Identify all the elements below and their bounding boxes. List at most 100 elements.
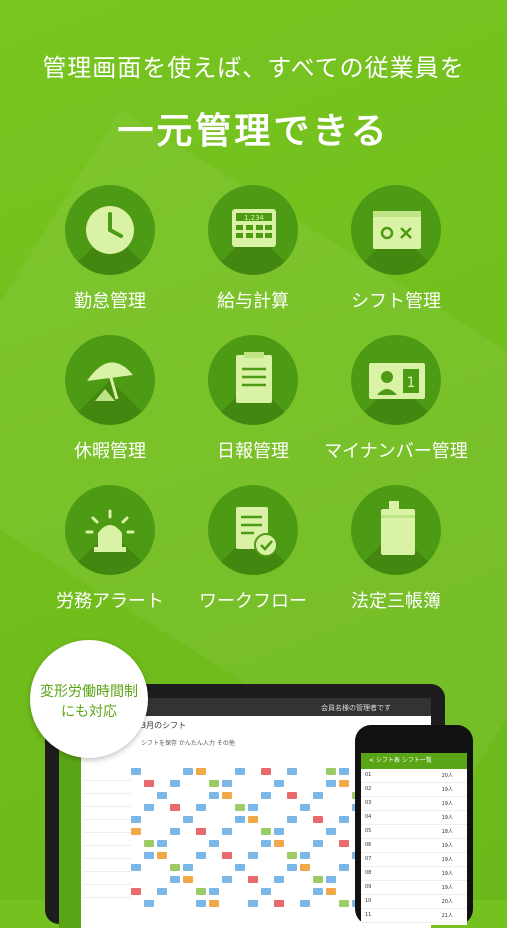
shift-cell[interactable] bbox=[313, 876, 323, 883]
shift-cell[interactable] bbox=[274, 840, 284, 847]
shift-cell[interactable] bbox=[157, 888, 167, 895]
shift-cell[interactable] bbox=[170, 876, 180, 883]
shift-cell[interactable] bbox=[287, 792, 297, 799]
shift-cell[interactable] bbox=[183, 816, 193, 823]
shift-row[interactable]: 11 21人 bbox=[361, 909, 467, 923]
shift-cell[interactable] bbox=[287, 816, 297, 823]
shift-cell[interactable] bbox=[131, 816, 141, 823]
shift-cell[interactable] bbox=[339, 768, 349, 775]
shift-cell[interactable] bbox=[313, 888, 323, 895]
shift-cell[interactable] bbox=[300, 804, 310, 811]
shift-cell[interactable] bbox=[196, 900, 206, 907]
shift-row[interactable]: 04 19人 bbox=[361, 811, 467, 825]
shift-cell[interactable] bbox=[339, 840, 349, 847]
shift-cell[interactable] bbox=[209, 900, 219, 907]
shift-cell[interactable] bbox=[248, 816, 258, 823]
shift-cell[interactable] bbox=[300, 900, 310, 907]
shift-cell[interactable] bbox=[196, 768, 206, 775]
shift-cell[interactable] bbox=[313, 840, 323, 847]
shift-cell[interactable] bbox=[196, 804, 206, 811]
shift-cell[interactable] bbox=[287, 852, 297, 859]
shift-row[interactable]: 03 19人 bbox=[361, 797, 467, 811]
shift-cell[interactable] bbox=[235, 864, 245, 871]
shift-cell[interactable] bbox=[183, 876, 193, 883]
shift-cell[interactable] bbox=[287, 864, 297, 871]
shift-cell[interactable] bbox=[235, 816, 245, 823]
shift-cell[interactable] bbox=[131, 888, 141, 895]
shift-row[interactable]: 09 19人 bbox=[361, 881, 467, 895]
shift-cell[interactable] bbox=[196, 888, 206, 895]
shift-cell[interactable] bbox=[131, 828, 141, 835]
shift-cell[interactable] bbox=[183, 864, 193, 871]
shift-cell[interactable] bbox=[144, 780, 154, 787]
shift-cell[interactable] bbox=[144, 840, 154, 847]
shift-cell[interactable] bbox=[313, 816, 323, 823]
shift-cell[interactable] bbox=[261, 768, 271, 775]
shift-row[interactable]: 01 20人 bbox=[361, 769, 467, 783]
shift-cell[interactable] bbox=[248, 900, 258, 907]
shift-cell[interactable] bbox=[209, 888, 219, 895]
shift-cell[interactable] bbox=[274, 828, 284, 835]
shift-cell[interactable] bbox=[209, 840, 219, 847]
shift-row[interactable]: 10 20人 bbox=[361, 895, 467, 909]
shift-cell[interactable] bbox=[144, 900, 154, 907]
shift-cell[interactable] bbox=[170, 828, 180, 835]
shift-cell[interactable] bbox=[157, 792, 167, 799]
shift-cell[interactable] bbox=[183, 768, 193, 775]
shift-cell[interactable] bbox=[222, 780, 232, 787]
shift-cell[interactable] bbox=[248, 852, 258, 859]
shift-cell[interactable] bbox=[222, 792, 232, 799]
shift-cell[interactable] bbox=[222, 852, 232, 859]
shift-cell[interactable] bbox=[326, 828, 336, 835]
shift-cell[interactable] bbox=[261, 888, 271, 895]
shift-cell[interactable] bbox=[326, 780, 336, 787]
shift-cell[interactable] bbox=[157, 852, 167, 859]
shift-cell[interactable] bbox=[274, 780, 284, 787]
shift-cell[interactable] bbox=[196, 828, 206, 835]
shift-cell[interactable] bbox=[144, 852, 154, 859]
shift-cell[interactable] bbox=[235, 768, 245, 775]
shift-cell[interactable] bbox=[170, 780, 180, 787]
shift-row-date: 05 bbox=[365, 828, 372, 834]
svg-text:1: 1 bbox=[407, 375, 416, 391]
shift-cell[interactable] bbox=[339, 900, 349, 907]
feature-label: ワークフロー bbox=[199, 591, 307, 612]
shift-cell[interactable] bbox=[339, 816, 349, 823]
shift-cell[interactable] bbox=[300, 852, 310, 859]
shift-cell[interactable] bbox=[287, 768, 297, 775]
shift-cell[interactable] bbox=[144, 804, 154, 811]
shift-cell[interactable] bbox=[209, 792, 219, 799]
shift-cell[interactable] bbox=[157, 840, 167, 847]
shift-cell[interactable] bbox=[196, 852, 206, 859]
shift-row[interactable]: 05 18人 bbox=[361, 825, 467, 839]
shift-cell[interactable] bbox=[131, 864, 141, 871]
feature-daily-report: 日報管理 bbox=[173, 335, 333, 463]
shift-row[interactable]: 02 19人 bbox=[361, 783, 467, 797]
shift-row[interactable]: 06 19人 bbox=[361, 839, 467, 853]
shift-row[interactable]: 07 19人 bbox=[361, 853, 467, 867]
shift-row[interactable]: 08 19人 bbox=[361, 867, 467, 881]
shift-cell[interactable] bbox=[274, 900, 284, 907]
shift-cell[interactable] bbox=[222, 828, 232, 835]
shift-cell[interactable] bbox=[261, 840, 271, 847]
shift-cell[interactable] bbox=[339, 780, 349, 787]
shift-cell[interactable] bbox=[261, 792, 271, 799]
badge-line-1: 変形労働時間制 bbox=[40, 684, 138, 700]
shift-cell[interactable] bbox=[313, 792, 323, 799]
shift-cell[interactable] bbox=[261, 828, 271, 835]
shift-cell[interactable] bbox=[326, 876, 336, 883]
shift-cell[interactable] bbox=[170, 804, 180, 811]
shift-cell[interactable] bbox=[326, 768, 336, 775]
shift-cell[interactable] bbox=[326, 888, 336, 895]
shift-cell[interactable] bbox=[170, 864, 180, 871]
shift-cell[interactable] bbox=[248, 876, 258, 883]
shift-cell[interactable] bbox=[300, 864, 310, 871]
shift-cell[interactable] bbox=[248, 804, 258, 811]
shift-cell[interactable] bbox=[209, 780, 219, 787]
shift-cell[interactable] bbox=[339, 864, 349, 871]
shift-cell[interactable] bbox=[131, 768, 141, 775]
shift-cell[interactable] bbox=[274, 876, 284, 883]
shift-cell[interactable] bbox=[222, 876, 232, 883]
shift-cell[interactable] bbox=[235, 804, 245, 811]
headline-main: 一元管理できる bbox=[117, 111, 390, 152]
